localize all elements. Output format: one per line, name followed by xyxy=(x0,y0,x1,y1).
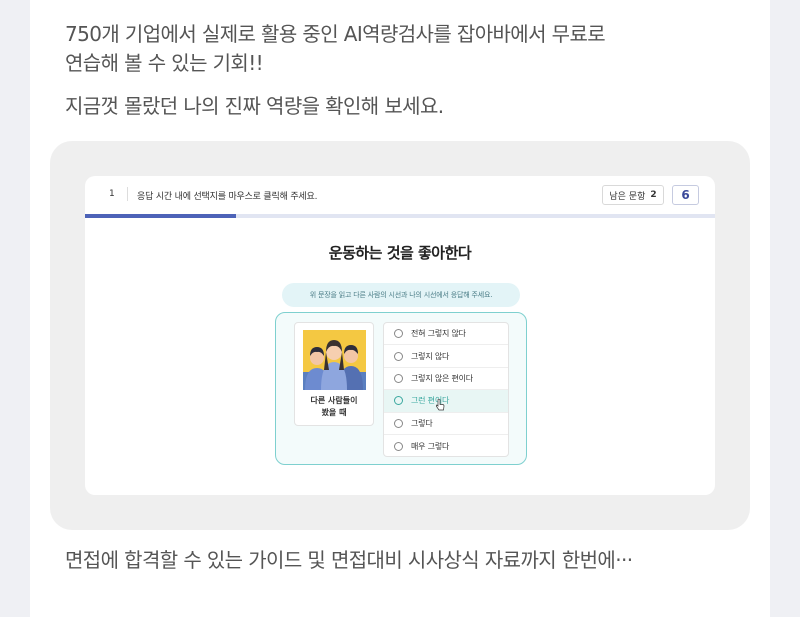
remaining-count: 2 xyxy=(650,190,657,200)
answer-option[interactable]: 전혀 그렇지 않다 xyxy=(384,323,508,346)
instruction-text: 응답 시간 내에 선택지를 마우스로 클릭해 주세요. xyxy=(137,192,318,202)
test-topbar: 1 응답 시간 내에 선택지를 마우스로 클릭해 주세요. 남은 문항 2 6 xyxy=(85,176,715,214)
intro-line-2: 연습해 볼 수 있는 기회!! xyxy=(65,51,264,75)
option-label: 매우 그렇다 xyxy=(411,441,450,451)
test-screen-preview: 1 응답 시간 내에 선택지를 마우스로 클릭해 주세요. 남은 문항 2 6 … xyxy=(85,176,715,495)
people-illustration xyxy=(303,330,366,390)
radio-icon xyxy=(394,329,403,339)
hand-cursor-icon xyxy=(435,399,445,411)
remaining-questions-badge: 남은 문항 2 xyxy=(602,185,664,205)
intro-line-1: 750개 기업에서 실제로 활용 중인 AI역량검사를 잡아바에서 무료로 xyxy=(65,22,606,46)
scenario-label: 다른 사람들이 봤을 때 xyxy=(310,396,358,417)
answer-options: 전혀 그렇지 않다 그렇지 않다 그렇지 않은 편이다 그런 편이다 그렇다 매… xyxy=(383,322,509,457)
question-box: 다른 사람들이 봤을 때 전혀 그렇지 않다 그렇지 않다 그렇지 않은 편이다… xyxy=(275,312,527,465)
remaining-label: 남은 문항 xyxy=(609,191,646,202)
hint-pill: 위 문장을 읽고 다른 사람의 시선과 나의 시선에서 응답해 주세요. xyxy=(282,283,520,307)
footer-text: 면접에 합격할 수 있는 가이드 및 면접대비 시사상식 자료까지 한번에··· xyxy=(65,548,633,572)
intro-line-3: 지금껏 몰랐던 나의 진짜 역량을 확인해 보세요. xyxy=(65,94,444,118)
option-label: 그렇지 않다 xyxy=(411,351,450,361)
option-label: 그렇지 않은 편이다 xyxy=(411,373,473,383)
radio-icon xyxy=(394,441,403,451)
answer-option[interactable]: 그렇지 않다 xyxy=(384,345,508,368)
radio-icon xyxy=(394,418,403,428)
scenario-card: 다른 사람들이 봤을 때 xyxy=(294,322,374,426)
radio-icon xyxy=(394,351,403,361)
radio-icon xyxy=(394,373,403,383)
radio-icon xyxy=(394,396,403,406)
option-label: 그렇다 xyxy=(411,418,433,428)
answer-option[interactable]: 매우 그렇다 xyxy=(384,435,508,457)
answer-option-hovered[interactable]: 그런 편이다 xyxy=(384,390,508,413)
question-number: 1 xyxy=(109,189,115,199)
progress-fill xyxy=(85,214,237,218)
option-label: 전혀 그렇지 않다 xyxy=(411,329,466,339)
divider xyxy=(127,187,128,201)
timer-counter: 6 xyxy=(672,185,699,205)
answer-option[interactable]: 그렇지 않은 편이다 xyxy=(384,368,508,391)
progress-bar xyxy=(85,214,715,218)
question-title: 운동하는 것을 좋아한다 xyxy=(328,244,472,262)
answer-option[interactable]: 그렇다 xyxy=(384,413,508,435)
intro-text: 750개 기업에서 실제로 활용 중인 AI역량검사를 잡아바에서 무료로 연습… xyxy=(65,20,715,78)
